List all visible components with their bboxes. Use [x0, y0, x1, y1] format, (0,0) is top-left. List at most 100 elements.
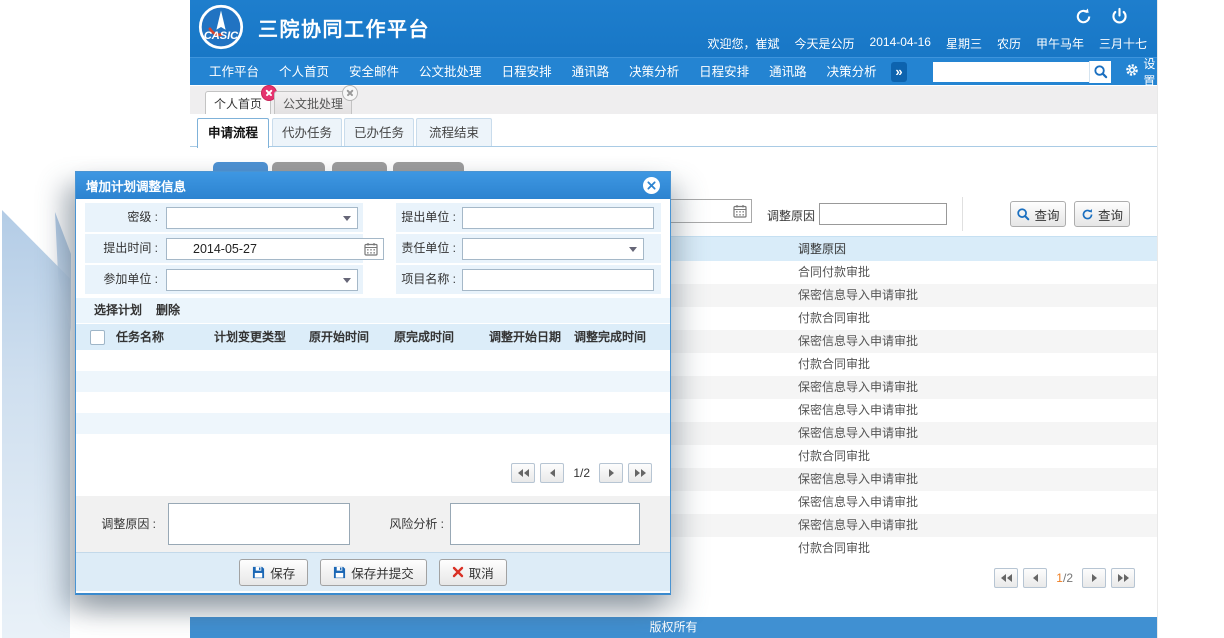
reason-filter-input[interactable]	[819, 203, 947, 225]
current-page: 1	[1056, 571, 1063, 585]
nav-item-personal-home[interactable]: 个人首页	[269, 58, 339, 86]
nav-item-contacts[interactable]: 通讯路	[562, 58, 620, 86]
window-tab-document-batch[interactable]: 公文批处理	[274, 91, 352, 115]
chevron-down-icon	[343, 278, 351, 283]
first-page-button[interactable]	[511, 463, 535, 483]
col-change-type: 计划变更类型	[214, 324, 286, 350]
refresh-icon[interactable]	[1073, 6, 1093, 26]
window-tab-label: 个人首页	[214, 95, 262, 112]
search-input[interactable]	[933, 62, 1089, 82]
save-submit-button-label: 保存并提交	[351, 563, 414, 582]
empty-row	[76, 371, 670, 392]
next-page-button[interactable]	[599, 463, 623, 483]
gregorian-date: 2014-04-16	[870, 35, 931, 52]
welcome-bar: 欢迎您，崔斌 今天是公历 2014-04-16 星期三 农历 甲午马年 三月十七	[708, 35, 1147, 52]
app-header: CASIC 三院协同工作平台 欢迎您，崔斌 今天是公历 2014-04-16 星…	[190, 0, 1157, 57]
save-button-label: 保存	[270, 563, 295, 582]
propose-unit-input[interactable]	[462, 207, 654, 229]
divider	[962, 197, 963, 231]
nav-more-button[interactable]: »	[891, 62, 908, 82]
tab-todo-tasks[interactable]: 代办任务	[272, 118, 342, 147]
search-icon	[1093, 64, 1108, 79]
tab-apply-process[interactable]: 申请流程	[197, 118, 269, 148]
lunar-label: 农历	[997, 35, 1021, 52]
nav-item-work-platform[interactable]: 工作平台	[199, 58, 269, 86]
col-orig-start: 原开始时间	[309, 324, 369, 350]
reset-query-button[interactable]: 查询	[1074, 201, 1130, 227]
propose-time-value: 2014-05-27	[193, 242, 257, 256]
calendar-icon[interactable]	[733, 204, 747, 223]
last-page-button[interactable]	[1111, 568, 1135, 588]
col-task-name: 任务名称	[116, 324, 164, 350]
propose-unit-label: 提出单位 :	[396, 203, 456, 232]
search-icon	[1016, 207, 1030, 221]
adjust-reason-textarea[interactable]	[168, 503, 350, 545]
plan-table-header: 任务名称 计划变更类型 原开始时间 原完成时间 调整开始日期 调整完成时间	[76, 324, 670, 350]
add-plan-adjustment-dialog: 增加计划调整信息 密级 : 提出单位 : 提出时间 : 2014-05-27	[75, 171, 671, 595]
settings-button[interactable]: 设置	[1125, 55, 1157, 89]
calendar-icon[interactable]	[364, 242, 378, 262]
nav-item-secure-mail[interactable]: 安全邮件	[339, 58, 409, 86]
search-button[interactable]	[1089, 61, 1111, 83]
lunar-year: 甲午马年	[1036, 35, 1084, 52]
chevron-down-icon	[629, 247, 637, 252]
propose-time-input[interactable]: 2014-05-27	[166, 238, 384, 260]
reason-filter-label: 调整原因 :	[767, 207, 822, 224]
prev-page-button[interactable]	[540, 463, 564, 483]
project-name-input[interactable]	[462, 269, 654, 291]
join-unit-select[interactable]	[166, 269, 358, 291]
nav-item-document-batch[interactable]: 公文批处理	[409, 58, 492, 86]
nav-item-schedule-2[interactable]: 日程安排	[689, 58, 759, 86]
cancel-button[interactable]: 取消	[439, 559, 507, 586]
svg-text:CASIC: CASIC	[204, 30, 239, 42]
query-button[interactable]: 查询	[1010, 201, 1066, 227]
page-indicator: 1/2	[1056, 571, 1073, 585]
casic-logo-icon: CASIC	[198, 4, 244, 50]
secret-level-select[interactable]	[166, 207, 358, 229]
tab-finished-process[interactable]: 流程结束	[416, 118, 492, 147]
col-adjust-finish: 调整完成时间	[574, 324, 646, 350]
select-plan-link[interactable]: 选择计划	[94, 298, 142, 323]
select-all-checkbox[interactable]	[90, 330, 105, 345]
cancel-button-label: 取消	[469, 563, 494, 582]
risk-analysis-textarea[interactable]	[450, 503, 640, 545]
copyright-footer: 版权所有	[190, 617, 1157, 638]
main-nav: 工作平台 个人首页 安全邮件 公文批处理 日程安排 通讯路 决策分析 日程安排 …	[190, 57, 1157, 85]
empty-row	[76, 413, 670, 434]
prev-page-button[interactable]	[1023, 568, 1047, 588]
system-icons	[1073, 6, 1129, 26]
close-icon[interactable]	[643, 177, 660, 194]
power-icon[interactable]	[1109, 6, 1129, 26]
col-orig-finish: 原完成时间	[394, 324, 454, 350]
first-page-button[interactable]	[994, 568, 1018, 588]
next-page-button[interactable]	[1082, 568, 1106, 588]
adjust-reason-label: 调整原因 :	[81, 496, 156, 553]
plan-table-pagination: 1/2	[511, 463, 652, 483]
tab-close-icon[interactable]	[342, 85, 358, 101]
nav-item-schedule[interactable]: 日程安排	[492, 58, 562, 86]
app-title: 三院协同工作平台	[258, 13, 430, 42]
nav-item-decision-analysis[interactable]: 决策分析	[619, 58, 689, 86]
red-x-icon	[452, 566, 464, 578]
last-page-button[interactable]	[628, 463, 652, 483]
save-button[interactable]: 保存	[239, 559, 308, 586]
reason-risk-section: 调整原因 : 风险分析 :	[76, 496, 670, 553]
duty-unit-select[interactable]	[462, 238, 644, 260]
nav-item-contacts-2[interactable]: 通讯路	[759, 58, 817, 86]
risk-analysis-label: 风险分析 :	[371, 496, 444, 553]
plan-table-rows	[76, 350, 670, 455]
query-button-label: 查询	[1034, 205, 1059, 224]
gear-icon	[1125, 63, 1139, 80]
process-tab-bar: 申请流程 代办任务 已办任务 流程结束	[190, 114, 1157, 147]
page: CASIC 三院协同工作平台 欢迎您，崔斌 今天是公历 2014-04-16 星…	[0, 0, 1224, 638]
empty-row	[76, 392, 670, 413]
duty-unit-label: 责任单位 :	[396, 234, 456, 263]
save-and-submit-button[interactable]: 保存并提交	[320, 559, 427, 586]
join-unit-label: 参加单位 :	[86, 265, 158, 294]
nav-item-decision-analysis-2[interactable]: 决策分析	[817, 58, 887, 86]
window-tab-personal-home[interactable]: 个人首页	[205, 91, 271, 115]
chevron-down-icon	[343, 216, 351, 221]
delete-link[interactable]: 删除	[156, 298, 180, 323]
tab-done-tasks[interactable]: 已办任务	[344, 118, 414, 147]
weekday: 星期三	[946, 35, 982, 52]
